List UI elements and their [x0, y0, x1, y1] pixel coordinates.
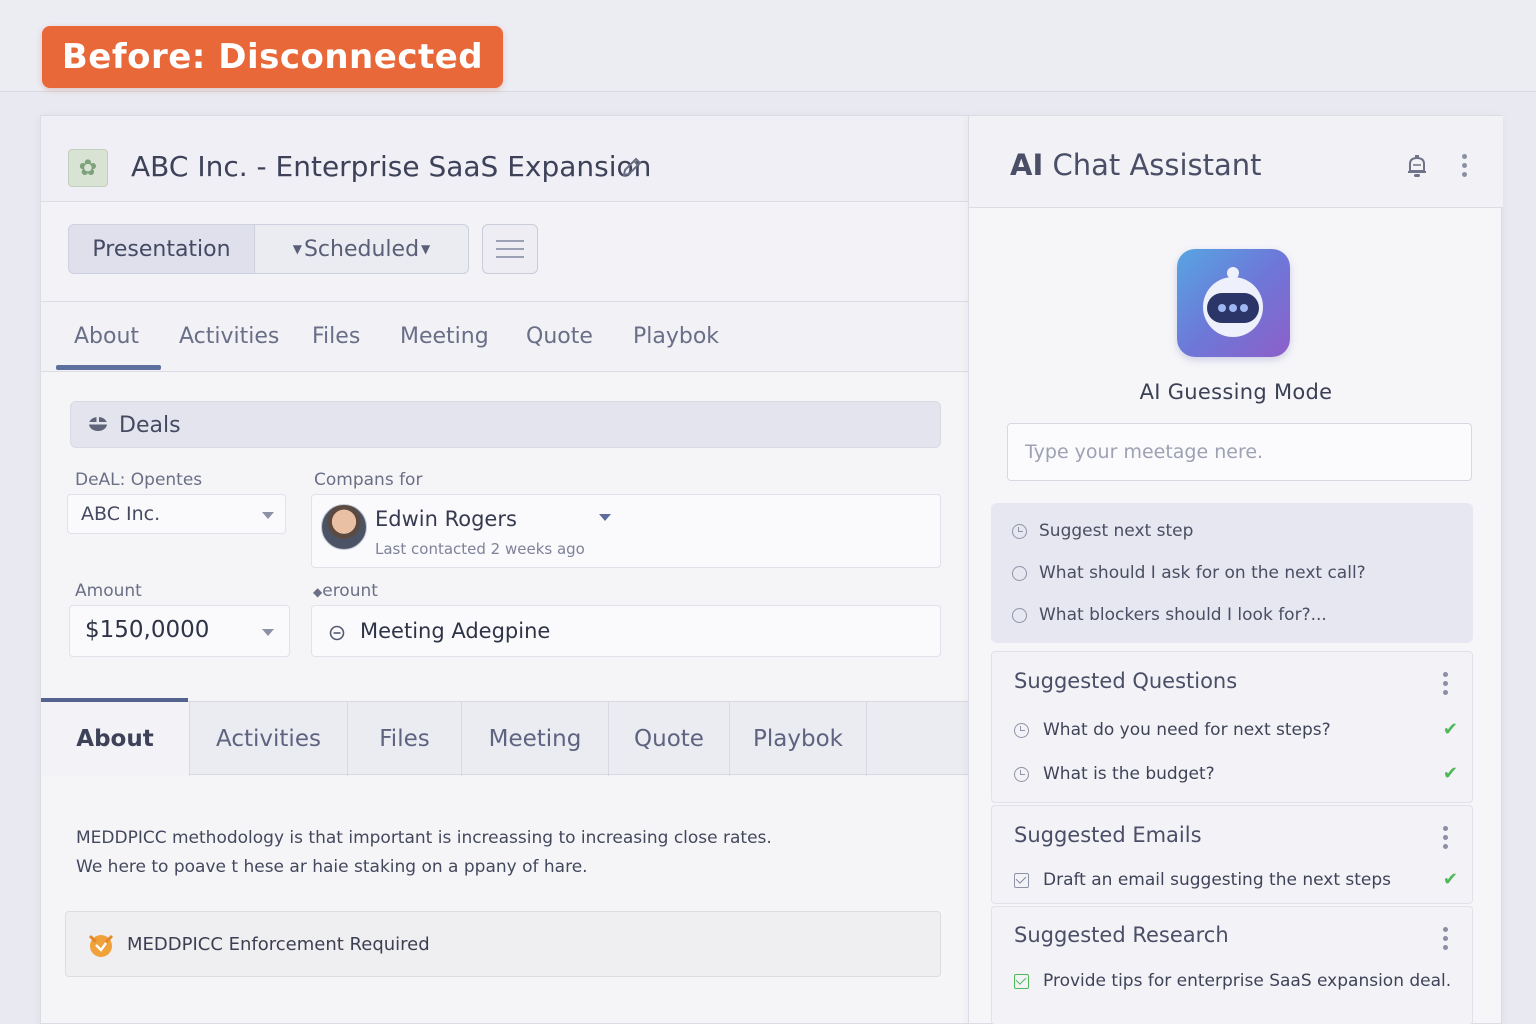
- suggested-research-title: Suggested Research: [1014, 923, 1229, 947]
- ai-bot-avatar-icon: [1177, 249, 1290, 357]
- email-item[interactable]: Draft an email suggesting the next steps: [1014, 870, 1391, 890]
- more-options-icon[interactable]: [1443, 826, 1449, 853]
- pencil-icon[interactable]: [621, 156, 643, 178]
- research-item[interactable]: Provide tips for enterprise SaaS expansi…: [1014, 971, 1451, 991]
- suggested-emails-title: Suggested Emails: [1014, 823, 1202, 847]
- deals-section-title: Deals: [119, 413, 181, 438]
- deal-panel: ✿ ABC Inc. - Enterprise SaaS Expansion P…: [40, 115, 969, 1024]
- deals-icon: [89, 416, 107, 431]
- tab-files[interactable]: Files: [312, 324, 360, 349]
- tab-meeting[interactable]: Meeting: [400, 324, 489, 349]
- caret-down-icon: ▼: [292, 242, 302, 256]
- amount-field[interactable]: $150,0000: [69, 605, 290, 657]
- checkbox-icon: [1014, 872, 1029, 888]
- chat-message-input[interactable]: [1007, 423, 1472, 481]
- prompt-suggest-next-step[interactable]: Suggest next step: [1012, 521, 1193, 541]
- ai-chat-panel: AI Chat Assistant AI Guessing Mode Sugge…: [968, 115, 1503, 1024]
- contact-name: Edwin Rogers: [375, 507, 517, 531]
- question-item[interactable]: What is the budget?: [1014, 764, 1215, 784]
- tab-activities[interactable]: Activities: [179, 324, 279, 349]
- deal-company-value: ABC Inc.: [81, 503, 161, 525]
- chat-header: AI Chat Assistant: [969, 116, 1503, 208]
- deal-company-select[interactable]: ABC Inc.: [67, 494, 286, 534]
- chat-title: AI Chat Assistant: [1010, 148, 1262, 182]
- stage-button[interactable]: Presentation: [68, 224, 254, 274]
- meeting-field[interactable]: Meeting Adegpine: [311, 605, 941, 657]
- meeting-value: Meeting Adegpine: [360, 619, 551, 643]
- suggested-research-card: Suggested Research Provide tips for ente…: [991, 906, 1473, 1024]
- suggested-questions-title: Suggested Questions: [1014, 669, 1238, 693]
- more-options-icon[interactable]: [1462, 154, 1468, 181]
- enforcement-label: MEDDPICC Enforcement Required: [127, 934, 430, 955]
- description-line-1: MEDDPICC methodology is that important i…: [76, 828, 772, 848]
- tab-quote-secondary[interactable]: Quote: [609, 702, 730, 776]
- status-dropdown[interactable]: ▼ Scheduled ▼: [254, 224, 469, 274]
- suggested-questions-card: Suggested Questions What do you need for…: [991, 651, 1473, 803]
- caret-down-icon: [262, 512, 274, 519]
- suggested-emails-card: Suggested Emails Draft an email suggesti…: [991, 805, 1473, 904]
- check-icon: ✔: [1442, 719, 1458, 740]
- caret-down-icon: [599, 514, 611, 521]
- minus-circle-icon: [329, 625, 345, 641]
- deals-section-header[interactable]: Deals: [70, 401, 941, 448]
- contact-avatar: [321, 504, 367, 550]
- meddpicc-enforcement-banner[interactable]: MEDDPICC Enforcement Required: [65, 911, 941, 977]
- account-label: ◆erount: [313, 581, 378, 601]
- tab-playbook-secondary[interactable]: Playbok: [730, 702, 867, 776]
- ai-mode-label: AI Guessing Mode: [1139, 380, 1333, 404]
- status-bar: Presentation ▼ Scheduled ▼: [41, 202, 969, 302]
- deal-header: ✿ ABC Inc. - Enterprise SaaS Expansion: [41, 116, 969, 202]
- prompt-ask-next-call[interactable]: What should I ask for on the next call?: [1012, 563, 1366, 583]
- amount-label: Amount: [75, 581, 142, 601]
- tab-about[interactable]: About: [74, 324, 139, 349]
- tab-quote[interactable]: Quote: [526, 324, 593, 349]
- tab-playbook[interactable]: Playbok: [633, 324, 719, 349]
- before-disconnected-badge: Before: Disconnected: [42, 26, 503, 88]
- tab-files-secondary[interactable]: Files: [348, 702, 462, 776]
- prompt-blockers[interactable]: What blockers should I look for?...: [1012, 605, 1327, 625]
- check-icon: ✔: [1442, 763, 1458, 784]
- more-options-icon[interactable]: [1443, 927, 1449, 954]
- description-line-2: We here to poave t hese ar haie staking …: [76, 857, 588, 877]
- checkbox-icon: [1014, 973, 1029, 989]
- methodology-description: MEDDPICC methodology is that important i…: [76, 824, 772, 882]
- more-options-icon[interactable]: [1443, 672, 1449, 699]
- contact-label: Compans for: [314, 470, 423, 490]
- deal-title: ABC Inc. - Enterprise SaaS Expansion: [131, 150, 652, 183]
- bell-icon[interactable]: [1405, 153, 1429, 179]
- caret-down-icon: ▼: [421, 242, 431, 256]
- circle-icon: [1012, 565, 1027, 581]
- clock-icon: [1014, 722, 1029, 738]
- active-tab-indicator: [56, 365, 161, 370]
- amount-value: $150,0000: [85, 617, 210, 643]
- contact-last-contacted: Last contacted 2 weeks ago: [375, 540, 585, 558]
- hamburger-menu-button[interactable]: [482, 224, 538, 274]
- tab-meeting-secondary[interactable]: Meeting: [462, 702, 609, 776]
- company-logo-icon: ✿: [68, 149, 108, 187]
- badge-icon: [88, 934, 114, 957]
- tabs-bottom: About Activities Files Meeting Quote Pla…: [41, 698, 969, 776]
- clock-icon: [1014, 766, 1029, 782]
- question-item[interactable]: What do you need for next steps?: [1014, 720, 1331, 740]
- caret-down-icon: [262, 629, 274, 636]
- check-icon: ✔: [1442, 869, 1458, 890]
- deal-opentes-label: DeAL: Opentes: [75, 470, 203, 490]
- tab-activities-secondary[interactable]: Activities: [190, 702, 348, 776]
- tab-about-secondary[interactable]: About: [41, 702, 190, 776]
- tabs-top: About Activities Files Meeting Quote Pla…: [41, 302, 969, 372]
- circle-icon: [1012, 607, 1027, 623]
- prompt-suggestions: Suggest next step What should I ask for …: [991, 503, 1473, 643]
- contact-select[interactable]: Edwin Rogers Last contacted 2 weeks ago: [311, 494, 941, 568]
- clock-icon: [1012, 523, 1027, 539]
- status-value: Scheduled: [303, 236, 420, 262]
